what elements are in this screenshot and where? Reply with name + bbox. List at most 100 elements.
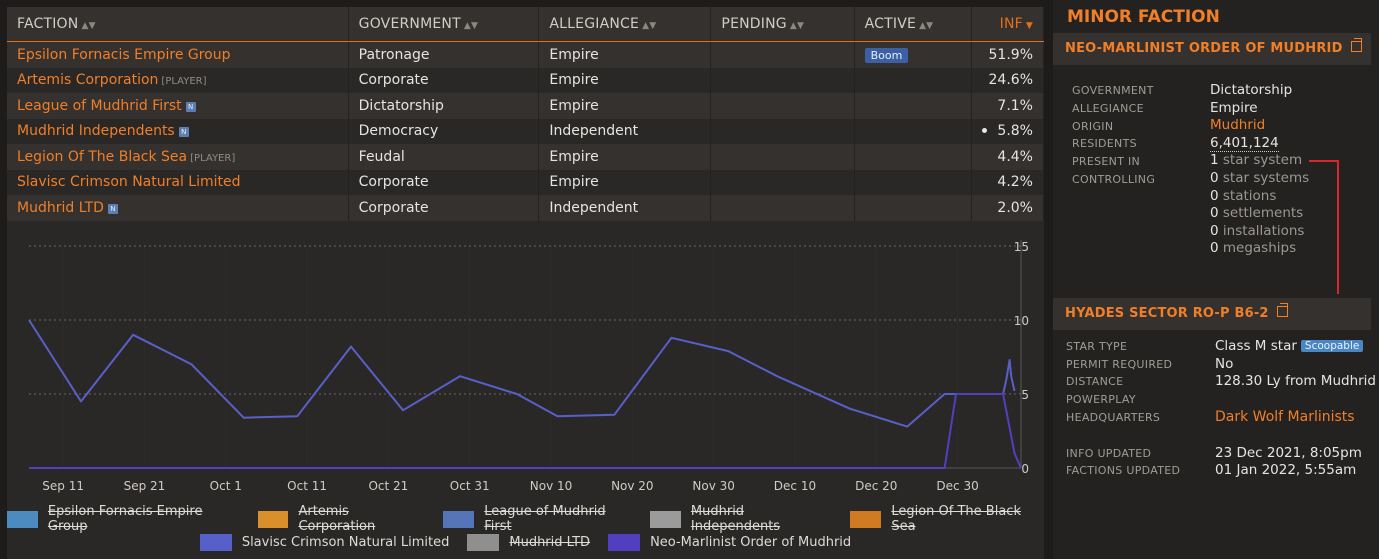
table-row[interactable]: Epsilon Fornacis Empire Group Patronage Em… [7, 41, 1044, 68]
table-row[interactable]: Mudhrid LTD N Corporate Independent 2.0% [7, 195, 1044, 221]
allegiance-cell: Empire [538, 144, 712, 170]
legend-swatch [199, 534, 232, 551]
factions-updated-label: FACTIONS UPDATED [1066, 464, 1181, 477]
faction-link[interactable]: League of Mudhrid First [17, 98, 182, 114]
legend-swatch [608, 534, 641, 551]
government-cell: Dictatorship [348, 93, 540, 119]
system-header[interactable]: HYADES SECTOR RO-P B6-2 [1053, 298, 1371, 330]
government-cell: Corporate [348, 195, 540, 221]
external-link-icon[interactable] [1350, 38, 1362, 52]
legend-item[interactable]: Artemis Corporation [257, 504, 426, 534]
controlling-list: 0 star systems 0 stations 0 settlements 0 i… [1210, 170, 1309, 258]
table-row[interactable]: Mudhrid Independents N Democracy Independen… [7, 118, 1044, 144]
x-tick-label: Nov 10 [530, 479, 573, 493]
controlling-item: 0 settlements [1210, 205, 1304, 222]
col-active[interactable]: ACTIVE ▲▼ [854, 7, 973, 42]
faction-name-cell[interactable]: Mudhrid LTD N [7, 195, 349, 221]
faction-name-cell[interactable]: Artemis Corporation [PLAYER] [7, 67, 349, 93]
permit-label: PERMIT REQUIRED [1066, 358, 1173, 371]
hq-link[interactable]: Dark Wolf Marlinists [1215, 409, 1355, 425]
faction-header[interactable]: NEO-MARLINIST ORDER OF MUDHRID [1053, 33, 1371, 65]
x-tick-label: Oct 31 [450, 479, 490, 493]
col-allegiance[interactable]: ALLEGIANCE ▲▼ [538, 7, 712, 42]
legend-row: Epsilon Fornacis Empire Group Artemis Cor… [7, 504, 1044, 534]
faction-link[interactable]: Mudhrid Independents [17, 123, 175, 139]
table-row[interactable]: Artemis Corporation [PLAYER] Corporate Empi… [7, 67, 1044, 93]
faction-name-cell[interactable]: Mudhrid Independents N [7, 118, 349, 144]
panel-title: MINOR FACTION [1067, 7, 1220, 27]
x-tick-label: Dec 20 [855, 479, 897, 493]
legend-label: League of Mudhrid First [484, 504, 606, 534]
legend-label: Neo-Marlinist Order of Mudhrid [650, 535, 852, 550]
legend-item[interactable]: Epsilon Fornacis Empire Group [7, 504, 240, 534]
faction-link[interactable]: Epsilon Fornacis Empire Group [17, 47, 231, 63]
faction-name-cell[interactable]: Slavisc Crimson Natural Limited [7, 169, 349, 195]
present-in-value[interactable]: 1 star system [1210, 152, 1302, 168]
table-row[interactable]: Slavisc Crimson Natural Limited Corporate… [7, 169, 1044, 195]
series-line-1 [29, 393, 1022, 469]
faction-name-cell[interactable]: Legion Of The Black Sea [PLAYER] [7, 144, 349, 170]
npc-badge-icon: N [107, 203, 118, 214]
panel-divider [1044, 0, 1052, 559]
active-cell [854, 67, 973, 93]
y-tick-label: 0 [1021, 462, 1029, 476]
influence-chart: 051015Sep 11 Sep 21 Oct 1 Oct 11 Oct 21 Oct 3… [28, 240, 1029, 493]
x-tick-label: Oct 11 [287, 479, 327, 493]
table-row[interactable]: Legion Of The Black Sea [PLAYER] Feudal Emp… [7, 144, 1044, 170]
faction-link[interactable]: Mudhrid LTD [17, 200, 104, 216]
col-government[interactable]: GOVERNMENT ▲▼ [348, 7, 540, 42]
allegiance-cell: Empire [538, 41, 712, 68]
system-name[interactable]: HYADES SECTOR RO-P B6-2 [1065, 306, 1269, 321]
inf-cell: 24.6% [971, 67, 1044, 93]
x-tick-label: Nov 30 [692, 479, 735, 493]
faction-link[interactable]: Slavisc Crimson Natural Limited [17, 174, 241, 190]
government-value: Dictatorship [1210, 82, 1293, 98]
legend-item[interactable]: Slavisc Crimson Natural Limited [199, 534, 449, 551]
faction-name-cell[interactable]: League of Mudhrid First N [7, 93, 349, 119]
allegiance-cell: Empire [538, 67, 712, 93]
sort-icon: ▲▼ [642, 21, 657, 31]
info-updated-value: 23 Dec 2021, 8:05pm [1215, 445, 1362, 461]
faction-name-cell[interactable]: Epsilon Fornacis Empire Group [7, 41, 349, 68]
legend-item[interactable]: Mudhrid Independents [649, 504, 832, 534]
residents-label: RESIDENTS [1072, 137, 1137, 150]
faction-name[interactable]: NEO-MARLINIST ORDER OF MUDHRID [1065, 41, 1343, 56]
info-updated-label: INFO UPDATED [1066, 447, 1152, 460]
minor-faction-panel: MINOR FACTION NEO-MARLINIST ORDER OF MUD… [1053, 0, 1379, 559]
legend-label: Mudhrid LTD [509, 535, 591, 550]
factions-updated-value: 01 Jan 2022, 5:55am [1215, 462, 1357, 478]
allegiance-cell: Empire [538, 169, 712, 195]
government-cell: Corporate [348, 67, 540, 93]
inf-cell: 51.9% [971, 41, 1044, 68]
sort-icon: ▲▼ [463, 21, 479, 31]
pending-cell [710, 67, 855, 93]
distance-value: 128.30 Ly from Mudhrid [1215, 373, 1376, 389]
col-pending[interactable]: PENDING ▲▼ [710, 7, 855, 42]
faction-link[interactable]: Legion Of The Black Sea [17, 149, 187, 165]
active-cell [854, 195, 973, 221]
x-tick-label: Oct 21 [368, 479, 408, 493]
legend-item[interactable]: Mudhrid LTD [467, 534, 590, 551]
y-tick-label: 5 [1021, 388, 1029, 402]
sort-icon: ▲▼ [919, 21, 934, 31]
allegiance-cell: Independent [538, 118, 712, 144]
legend-item[interactable]: Neo-Marlinist Order of Mudhrid [608, 534, 851, 551]
active-cell [854, 93, 973, 119]
legend-item[interactable]: League of Mudhrid First [443, 504, 632, 534]
allegiance-value: Empire [1210, 100, 1258, 116]
scoopable-badge: Scoopable [1300, 340, 1364, 352]
inf-cell: 2.0% [971, 195, 1044, 221]
red-connector [1309, 160, 1339, 162]
faction-panel: FACTION ▲▼ GOVERNMENT ▲▼ ALLEGIANCE ▲▼ PEND… [7, 7, 1044, 559]
red-connector [1337, 160, 1339, 294]
legend-item[interactable]: Legion Of The Black Sea [850, 504, 1044, 534]
col-faction[interactable]: FACTION ▲▼ [7, 7, 349, 42]
present-in-label: PRESENT IN [1072, 155, 1141, 168]
external-link-icon[interactable] [1276, 303, 1288, 317]
government-label: GOVERNMENT [1072, 84, 1154, 97]
table-row[interactable]: League of Mudhrid First N Dictatorship Empi… [7, 93, 1044, 119]
government-cell: Democracy [348, 118, 540, 144]
faction-link[interactable]: Artemis Corporation [17, 72, 158, 88]
col-inf[interactable]: INF ▼ [971, 7, 1044, 42]
origin-link[interactable]: Mudhrid [1210, 117, 1265, 133]
